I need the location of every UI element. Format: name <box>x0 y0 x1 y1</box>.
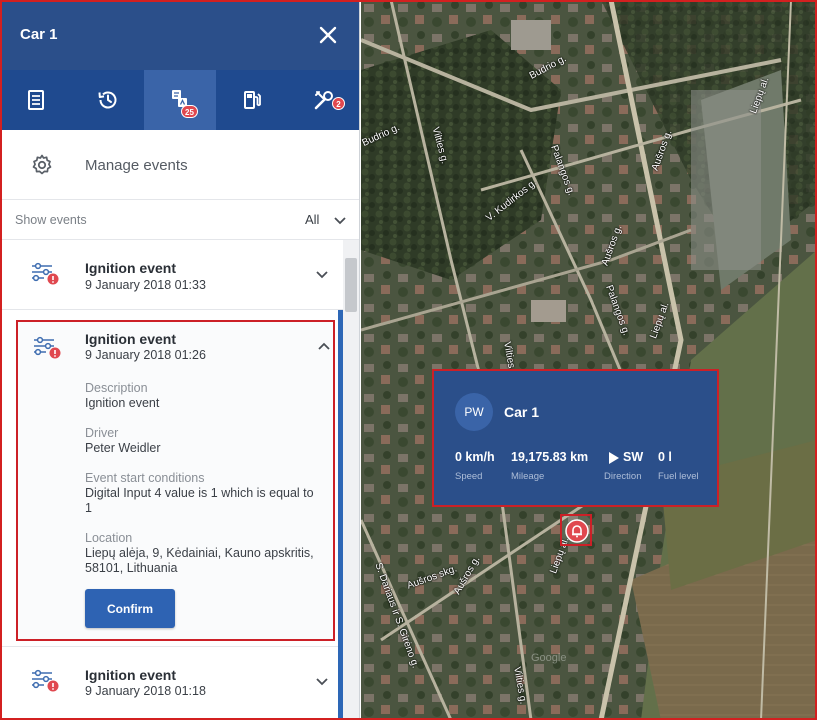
fuel-value: 0 l <box>658 450 672 464</box>
event-title: Ignition event <box>85 260 176 276</box>
document-icon <box>28 90 44 110</box>
maintenance-count-badge: 2 <box>332 97 345 110</box>
fuel-label: Fuel level <box>658 471 699 482</box>
direction-label: Direction <box>604 471 642 482</box>
history-icon <box>98 91 117 109</box>
description-value: Ignition event <box>85 396 160 410</box>
event-title: Ignition event <box>85 331 176 347</box>
tab-maintenance[interactable]: 2 <box>288 70 359 130</box>
event-date: 9 January 2018 01:26 <box>85 348 206 362</box>
gear-icon <box>32 154 52 175</box>
ignition-event-icon <box>32 669 59 692</box>
mileage-value: 19,175.83 km <box>511 450 589 464</box>
panel-header: Car 1 <box>0 0 359 70</box>
conditions-label: Event start conditions <box>85 471 205 485</box>
manage-events-row[interactable]: Manage events <box>0 130 359 200</box>
tab-details[interactable] <box>0 70 72 130</box>
events-count-badge: 25 <box>181 105 198 118</box>
scrollbar-thumb[interactable] <box>345 258 357 312</box>
show-events-filter[interactable]: Show events All <box>0 200 359 240</box>
panel-title: Car 1 <box>20 26 58 43</box>
event-item[interactable]: Ignition event 9 January 2018 01:18 <box>0 646 343 720</box>
sidebar: Car 1 25 2 Manage events Show events All… <box>0 0 360 720</box>
satellite-map[interactable]: Budrio g. Budrio g. Liepų al. Vilties g.… <box>361 0 817 720</box>
chevron-down-icon[interactable] <box>314 673 330 689</box>
fuel-icon <box>244 91 261 109</box>
confirm-button[interactable]: Confirm <box>85 589 175 628</box>
conditions-value: Digital Input 4 value is 1 which is equa… <box>85 486 314 515</box>
direction-arrow-icon <box>609 452 619 464</box>
description-label: Description <box>85 381 148 395</box>
event-date: 9 January 2018 01:33 <box>85 278 206 292</box>
vehicle-popup[interactable]: PW Car 1 0 km/h Speed 19,175.83 km Milea… <box>432 369 719 507</box>
tab-history[interactable] <box>72 70 144 130</box>
speed-label: Speed <box>455 471 483 482</box>
manage-events-label: Manage events <box>85 157 188 174</box>
event-item-expanded[interactable]: Ignition event 9 January 2018 01:26 Desc… <box>16 320 335 641</box>
event-list-scrollbar[interactable] <box>343 240 359 720</box>
ignition-event-icon <box>34 336 61 359</box>
map-watermark: Google <box>531 652 567 664</box>
event-map-marker[interactable] <box>560 514 592 546</box>
tab-fuel[interactable] <box>216 70 288 130</box>
show-events-value[interactable]: All <box>305 212 319 227</box>
direction-value: SW <box>623 450 644 464</box>
event-date: 9 January 2018 01:18 <box>85 684 206 698</box>
mileage-label: Mileage <box>511 471 545 482</box>
driver-label: Driver <box>85 426 119 440</box>
event-title: Ignition event <box>85 667 176 683</box>
close-icon[interactable] <box>316 23 340 47</box>
speed-value: 0 km/h <box>455 450 495 464</box>
location-label: Location <box>85 531 133 545</box>
tab-bar: 25 2 <box>0 70 359 130</box>
alarm-pin-icon <box>565 519 589 543</box>
location-value: Liepų alėja, 9, Kėdainiai, Kauno apskrit… <box>85 546 314 575</box>
ignition-event-icon <box>32 262 59 285</box>
chevron-down-icon[interactable] <box>332 212 348 228</box>
driver-value: Peter Weidler <box>85 441 161 455</box>
chevron-up-icon[interactable] <box>316 339 332 355</box>
event-list: Ignition event 9 January 2018 01:33 Igni… <box>0 240 343 720</box>
event-item[interactable]: Ignition event 9 January 2018 01:33 <box>0 240 343 310</box>
show-events-label: Show events <box>15 213 87 227</box>
tab-events[interactable]: 25 <box>144 70 216 130</box>
driver-avatar: PW <box>455 393 493 431</box>
vehicle-name: Car 1 <box>504 404 540 420</box>
chevron-down-icon[interactable] <box>314 266 330 282</box>
